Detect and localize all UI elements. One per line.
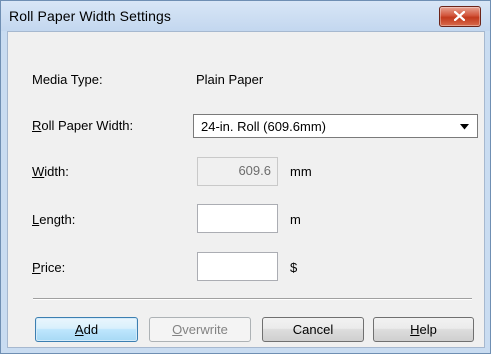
add-mnemonic: A [74, 322, 84, 337]
roll-width-label: Roll Paper Width: [32, 118, 133, 133]
dialog-title: Roll Paper Width Settings [9, 8, 172, 24]
dialog-body: Media Type: Plain Paper Roll Paper Width… [7, 31, 485, 348]
length-field[interactable] [197, 204, 278, 233]
width-value: 609.6 [238, 163, 271, 178]
overwrite-button[interactable]: Overwrite [149, 317, 251, 342]
overwrite-mnemonic: O [172, 322, 183, 337]
price-label: Price: [32, 260, 65, 275]
price-unit: $ [290, 260, 298, 275]
chevron-down-icon [460, 124, 469, 130]
roll-width-label-text: oll Paper Width: [41, 118, 134, 133]
width-field: 609.6 [197, 157, 278, 186]
media-type-label: Media Type: [32, 72, 103, 87]
dialog-window: Roll Paper Width Settings Media Type: Pl… [0, 0, 491, 354]
length-label: Length: [32, 212, 75, 227]
width-unit: mm [290, 164, 312, 179]
roll-width-selected: 24-in. Roll (609.6mm) [201, 119, 326, 134]
price-label-text: rice: [40, 260, 66, 275]
overwrite-label: verwrite [182, 322, 228, 337]
price-mnemonic: P [32, 260, 41, 275]
separator [33, 298, 472, 300]
roll-width-mnemonic: R [32, 118, 42, 133]
roll-width-dropdown[interactable]: 24-in. Roll (609.6mm) [193, 114, 478, 138]
close-button[interactable] [439, 6, 481, 27]
length-unit: m [290, 212, 301, 227]
price-field[interactable] [197, 252, 278, 281]
width-mnemonic: W [32, 164, 45, 179]
width-label: Width: [32, 164, 69, 179]
title-bar[interactable]: Roll Paper Width Settings [1, 1, 490, 31]
help-mnemonic: H [410, 322, 420, 337]
help-button[interactable]: Help [373, 317, 474, 342]
add-button[interactable]: Add [35, 317, 138, 342]
width-label-text: idth: [44, 164, 69, 179]
length-label-text: ength: [39, 212, 76, 227]
cancel-button[interactable]: Cancel [262, 317, 364, 342]
media-type-value: Plain Paper [196, 72, 264, 87]
cancel-label: Cancel [292, 322, 334, 337]
close-icon [454, 11, 465, 21]
help-label: elp [419, 322, 437, 337]
add-label: dd [83, 322, 99, 337]
